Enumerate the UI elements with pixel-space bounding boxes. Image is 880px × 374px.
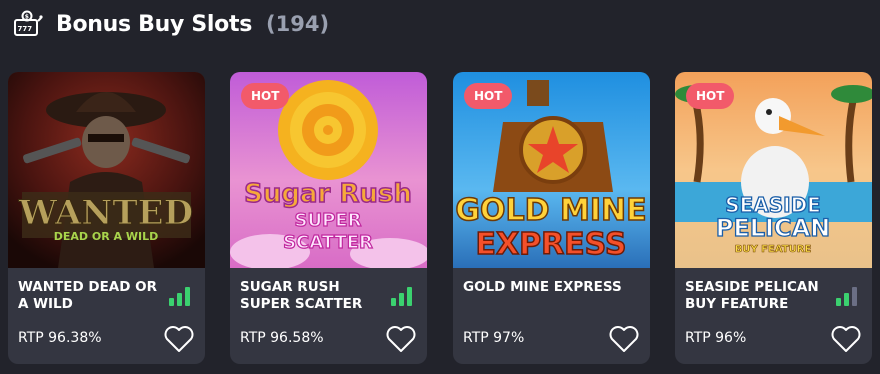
art-subtitle: SUPER [295,210,362,231]
art-subtitle-2: BUY FEATURE [735,244,812,255]
game-card[interactable]: SEASIDE PELICAN BUY FEATURE HOT SEASIDE … [675,72,872,364]
game-title[interactable]: SEASIDE PELICAN BUY FEATURE [685,279,827,313]
favorite-heart-button[interactable] [608,324,640,354]
rtp-value: RTP 96.38% [18,330,102,346]
heart-icon [386,326,416,352]
signal-strength-icon [169,286,191,306]
favorite-heart-button[interactable] [163,324,195,354]
art-title: WANTED [18,193,193,233]
section-title: Bonus Buy Slots [56,11,253,37]
signal-strength-icon [836,286,858,306]
games-grid: WANTED DEAD OR A WILD WANTED DEAD OR A W… [8,72,880,364]
heart-icon [609,326,639,352]
favorite-heart-button[interactable] [385,324,417,354]
signal-strength-icon [391,286,413,306]
rtp-value: RTP 97% [463,330,525,346]
game-thumbnail[interactable]: WANTED DEAD OR A WILD [8,72,205,268]
game-title[interactable]: WANTED DEAD OR A WILD [18,279,160,313]
game-title[interactable]: SUGAR RUSH SUPER SCATTER [240,279,382,313]
art-subtitle: DEAD OR A WILD [54,230,158,243]
svg-text:777: 777 [18,25,33,33]
heart-icon [164,326,194,352]
slot-machine-icon: 777 $ [10,6,46,42]
art-subtitle: PELICAN [716,214,830,242]
hot-badge: HOT [686,83,735,109]
game-card[interactable]: Sugar Rush SUPER SCATTER HOT SUGAR RUSH … [230,72,427,364]
section-header: 777 $ Bonus Buy Slots (194) [10,6,329,42]
art-subtitle-2: SCATTER [283,232,373,253]
art-subtitle: EXPRESS [475,227,626,262]
hot-badge: HOT [464,83,513,109]
heart-icon [831,326,861,352]
rtp-value: RTP 96% [685,330,747,346]
hot-badge: HOT [241,83,290,109]
game-card[interactable]: WANTED DEAD OR A WILD WANTED DEAD OR A W… [8,72,205,364]
art-title: GOLD MINE [455,193,646,228]
rtp-value: RTP 96.58% [240,330,324,346]
svg-text:$: $ [25,14,29,21]
game-card[interactable]: GOLD MINE EXPRESS HOT GOLD MINE EXPRESS … [453,72,650,364]
game-title[interactable]: GOLD MINE EXPRESS [463,279,638,296]
favorite-heart-button[interactable] [830,324,862,354]
games-count: (194) [266,12,330,36]
art-title: Sugar Rush [244,179,412,209]
